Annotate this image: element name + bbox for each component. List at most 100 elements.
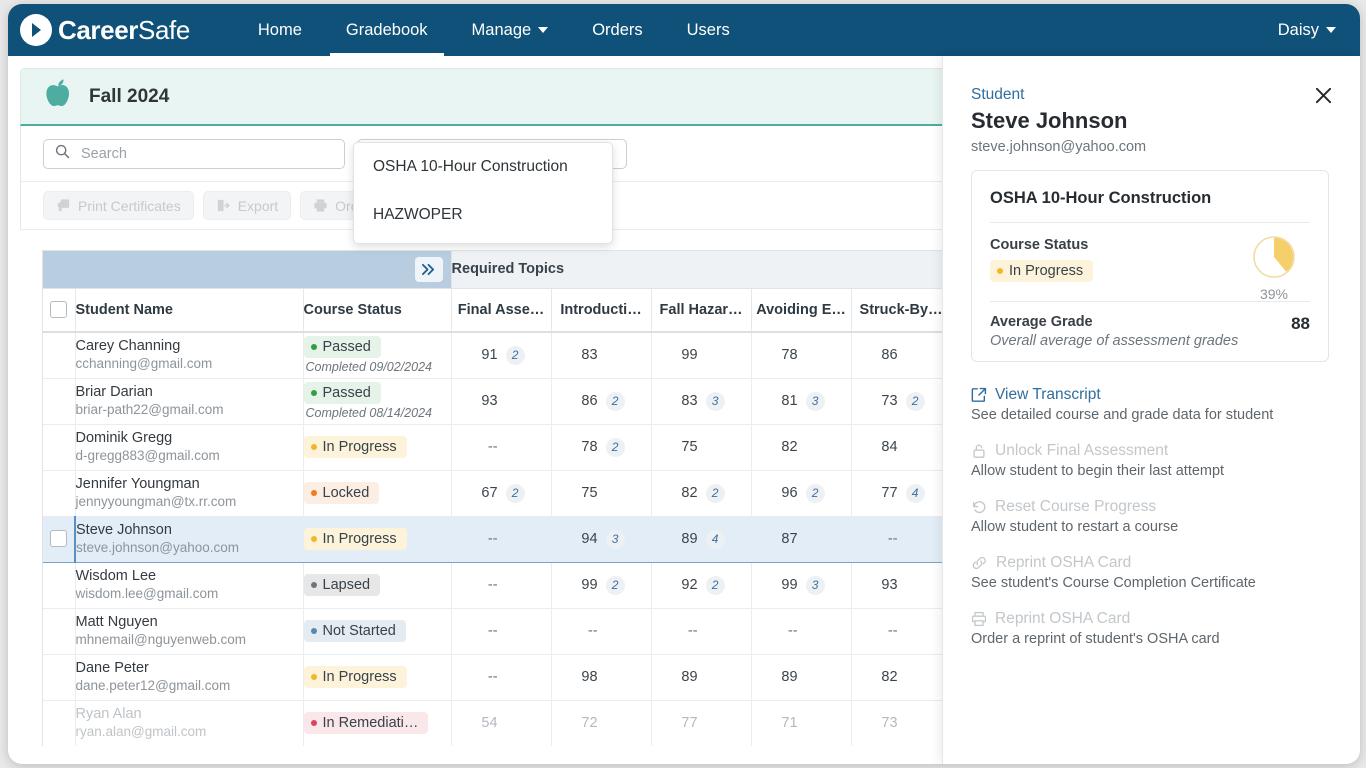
score-cell[interactable]: --: [851, 608, 951, 654]
score-cell[interactable]: 71: [751, 700, 851, 746]
row-select-cell[interactable]: [43, 700, 75, 746]
attempts-badge: 3: [806, 576, 825, 595]
student-cell[interactable]: Dane Peterdane.peter12@gmail.com: [75, 654, 303, 700]
score-cell[interactable]: --: [451, 516, 551, 562]
score-cell[interactable]: 813: [751, 378, 851, 424]
score-cell[interactable]: 72: [551, 700, 651, 746]
score-cell[interactable]: 99: [651, 332, 751, 378]
nav-label-orders: Orders: [592, 21, 642, 40]
row-select-cell[interactable]: [43, 562, 75, 608]
search-box[interactable]: [43, 139, 345, 169]
row-checkbox[interactable]: [50, 530, 67, 547]
nav-item-orders[interactable]: Orders: [570, 4, 664, 56]
dropdown-option-osha-10-hour-construction[interactable]: OSHA 10-Hour Construction: [354, 143, 612, 191]
score-value: 91: [478, 347, 498, 363]
score-cell[interactable]: 782: [551, 424, 651, 470]
header-introduction[interactable]: Introducti…: [551, 288, 651, 332]
score-cell[interactable]: 98: [551, 654, 651, 700]
header-final-assessment[interactable]: Final Asse…: [451, 288, 551, 332]
score-cell[interactable]: 943: [551, 516, 651, 562]
score-cell[interactable]: 894: [651, 516, 751, 562]
score-cell[interactable]: --: [651, 608, 751, 654]
header-fall-hazards[interactable]: Fall Hazar…: [651, 288, 751, 332]
score-value: 81: [778, 393, 798, 409]
score-cell[interactable]: 89: [751, 654, 851, 700]
score-cell[interactable]: --: [451, 424, 551, 470]
student-cell[interactable]: Briar Darianbriar-path22@gmail.com: [75, 378, 303, 424]
score-cell[interactable]: 78: [751, 332, 851, 378]
score-cell[interactable]: 912: [451, 332, 551, 378]
score-cell[interactable]: 84: [851, 424, 951, 470]
export-button[interactable]: Export: [203, 191, 291, 220]
score-value: --: [878, 531, 898, 547]
student-cell[interactable]: Steve Johnsonsteve.johnson@yahoo.com: [75, 516, 303, 562]
brand-logo-careersafe[interactable]: CareerSafe: [20, 4, 190, 56]
row-select-cell[interactable]: [43, 470, 75, 516]
score-cell[interactable]: 83: [551, 332, 651, 378]
score-cell[interactable]: 82: [751, 424, 851, 470]
score-cell[interactable]: 993: [751, 562, 851, 608]
attempts-badge: 2: [806, 484, 825, 503]
score-cell[interactable]: 774: [851, 470, 951, 516]
score-cell[interactable]: 822: [651, 470, 751, 516]
score-cell[interactable]: 87: [751, 516, 851, 562]
panel-action-label: Reset Course Progress: [995, 498, 1156, 516]
panel-action-button[interactable]: View Transcript: [971, 386, 1341, 404]
score-cell[interactable]: 922: [651, 562, 751, 608]
score-cell[interactable]: 77: [651, 700, 751, 746]
dropdown-option-hazwoper[interactable]: HAZWOPER: [354, 191, 612, 239]
select-all-checkbox[interactable]: [50, 301, 67, 318]
header-student-name[interactable]: Student Name: [75, 288, 303, 332]
score-cell[interactable]: 75: [651, 424, 751, 470]
expand-columns-button[interactable]: [415, 257, 443, 282]
score-cell[interactable]: --: [451, 608, 551, 654]
header-struck-by[interactable]: Struck-By…: [851, 288, 951, 332]
row-select-cell[interactable]: [43, 378, 75, 424]
print-certificates-button[interactable]: Print Certificates: [43, 191, 194, 220]
status-badge: In Progress: [304, 528, 407, 550]
score-cell[interactable]: 992: [551, 562, 651, 608]
score-cell[interactable]: --: [451, 562, 551, 608]
search-input[interactable]: [79, 145, 344, 163]
close-icon[interactable]: [1312, 84, 1334, 106]
score-cell[interactable]: 82: [851, 654, 951, 700]
score-cell[interactable]: 732: [851, 378, 951, 424]
score-cell[interactable]: --: [451, 654, 551, 700]
score-value: 89: [678, 531, 698, 547]
score-cell[interactable]: 93: [851, 562, 951, 608]
nav-item-gradebook[interactable]: Gradebook: [324, 4, 450, 56]
header-avoiding-e[interactable]: Avoiding E…: [751, 288, 851, 332]
student-cell[interactable]: Jennifer Youngmanjennyyoungman@tx.rr.com: [75, 470, 303, 516]
score-cell[interactable]: 962: [751, 470, 851, 516]
student-cell[interactable]: Matt Nguyenmhnemail@nguyenweb.com: [75, 608, 303, 654]
student-cell[interactable]: Ryan Alanryan.alan@gmail.com: [75, 700, 303, 746]
score-cell[interactable]: 93: [451, 378, 551, 424]
student-cell[interactable]: Wisdom Leewisdom.lee@gmail.com: [75, 562, 303, 608]
row-select-cell[interactable]: [43, 516, 75, 562]
score-cell[interactable]: 75: [551, 470, 651, 516]
nav-item-home[interactable]: Home: [236, 4, 324, 56]
user-menu[interactable]: Daisy: [1278, 21, 1336, 40]
score-cell[interactable]: --: [851, 516, 951, 562]
score-cell[interactable]: 89: [651, 654, 751, 700]
score-cell[interactable]: 54: [451, 700, 551, 746]
nav-item-users[interactable]: Users: [665, 4, 752, 56]
score-cell[interactable]: 86: [851, 332, 951, 378]
score-cell[interactable]: 862: [551, 378, 651, 424]
row-select-cell[interactable]: [43, 332, 75, 378]
status-badge: Locked: [304, 482, 380, 504]
score-cell[interactable]: 833: [651, 378, 751, 424]
row-select-cell[interactable]: [43, 608, 75, 654]
score-cell[interactable]: 672: [451, 470, 551, 516]
score-cell[interactable]: --: [751, 608, 851, 654]
header-course-status[interactable]: Course Status: [303, 288, 451, 332]
student-cell[interactable]: Carey Channingcchanning@gmail.com: [75, 332, 303, 378]
row-select-cell[interactable]: [43, 424, 75, 470]
nav-item-manage[interactable]: Manage: [450, 4, 571, 56]
score-cell[interactable]: 73: [851, 700, 951, 746]
student-cell[interactable]: Dominik Greggd-gregg883@gmail.com: [75, 424, 303, 470]
row-select-cell[interactable]: [43, 654, 75, 700]
panel-action-label: Reprint OSHA Card: [996, 554, 1131, 572]
score-cell[interactable]: --: [551, 608, 651, 654]
status-dot-icon: [311, 344, 317, 350]
